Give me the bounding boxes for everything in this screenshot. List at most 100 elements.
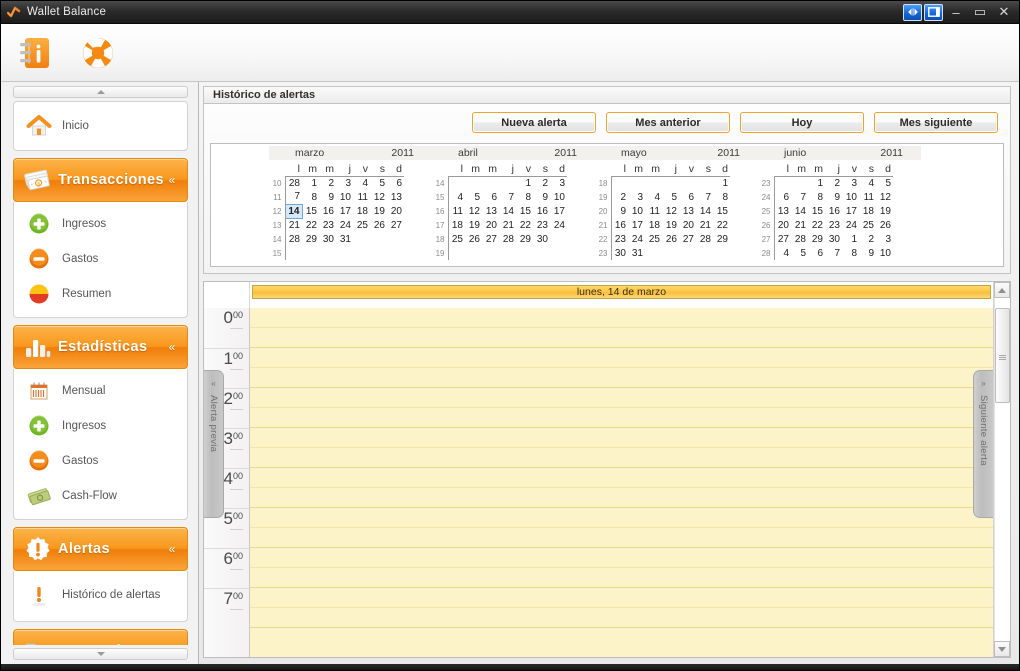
calendar-day[interactable]: 23 <box>825 218 842 232</box>
scroll-down-arrow-icon[interactable] <box>994 641 1010 657</box>
next-alert-tab[interactable]: » Siguiente alerta <box>973 370 993 518</box>
calendar-day[interactable]: 13 <box>679 204 696 218</box>
month-year[interactable]: 2011 <box>391 147 432 159</box>
sidebar-header-alertas[interactable]: Alertas « <box>13 527 188 571</box>
calendar-day[interactable]: 11 <box>859 190 876 204</box>
calendar-day[interactable]: 10 <box>336 190 353 204</box>
dock-panel-icon[interactable] <box>924 3 943 21</box>
calendar-day[interactable]: 19 <box>662 218 679 232</box>
calendar-day[interactable]: 21 <box>499 218 516 232</box>
calendar-day[interactable]: 7 <box>499 190 516 204</box>
calendar-day[interactable]: 22 <box>516 218 533 232</box>
calendar-day[interactable]: 1 <box>713 176 730 190</box>
calendar-day[interactable]: 6 <box>774 190 791 204</box>
calendar-day[interactable]: 8 <box>808 190 825 204</box>
calendar-day[interactable]: 28 <box>285 232 302 246</box>
calendar-day[interactable]: 18 <box>859 204 876 218</box>
calendar-day[interactable]: 28 <box>499 232 516 246</box>
time-slot[interactable] <box>250 308 993 328</box>
calendar-day[interactable]: 4 <box>859 176 876 190</box>
calendar-day[interactable]: 23 <box>533 218 550 232</box>
calendar-day[interactable]: 29 <box>516 232 533 246</box>
calendar-day[interactable]: 17 <box>550 204 567 218</box>
calendar-day[interactable]: 3 <box>628 190 645 204</box>
calendar-day[interactable]: 3 <box>876 232 893 246</box>
calendar-day[interactable]: 2 <box>319 176 336 190</box>
tab-historico-de-alertas[interactable]: Histórico de alertas <box>203 86 1011 103</box>
calendar-day[interactable]: 19 <box>370 204 387 218</box>
sidebar-header-estadisticas[interactable]: Estadísticas « <box>13 325 188 369</box>
calendar-day[interactable]: 27 <box>774 232 791 246</box>
calendar-day[interactable]: 31 <box>336 232 353 246</box>
time-slot[interactable] <box>250 388 993 408</box>
calendar-day[interactable]: 20 <box>482 218 499 232</box>
calendar-day[interactable]: 13 <box>482 204 499 218</box>
calendar-day[interactable]: 26 <box>662 232 679 246</box>
calendar-day[interactable]: 14 <box>791 204 808 218</box>
time-slot[interactable] <box>250 448 993 468</box>
calendar-day[interactable]: 11 <box>448 204 465 218</box>
time-slot[interactable] <box>250 508 993 528</box>
calendar-day[interactable]: 16 <box>319 204 336 218</box>
sidebar-item-mensual[interactable]: Mensual <box>14 373 187 408</box>
calendar-day[interactable]: 21 <box>285 218 302 232</box>
sidebar-item-historico-de-alertas[interactable]: Histórico de alertas <box>14 575 187 615</box>
calendar-day[interactable]: 30 <box>611 246 628 260</box>
calendar-day[interactable]: 29 <box>302 232 319 246</box>
time-slots[interactable] <box>250 308 993 657</box>
calendar-day[interactable]: 3 <box>550 176 567 190</box>
calendar-day[interactable]: 17 <box>336 204 353 218</box>
calendar-day[interactable]: 7 <box>791 190 808 204</box>
calendar-day[interactable]: 27 <box>679 232 696 246</box>
calendar-day[interactable]: 3 <box>336 176 353 190</box>
calendar-day[interactable]: 9 <box>611 204 628 218</box>
calendar-day[interactable]: 4 <box>448 190 465 204</box>
day-view-scrollbar[interactable] <box>993 282 1010 657</box>
calendar-day[interactable]: 9 <box>859 246 876 260</box>
calendar-day[interactable]: 26 <box>465 232 482 246</box>
time-slot[interactable] <box>250 488 993 508</box>
calendar-day-selected[interactable]: 14 <box>284 203 303 219</box>
sidebar-scroll-up-button[interactable] <box>13 86 188 98</box>
month-name[interactable]: abril <box>432 147 554 159</box>
calendar-day[interactable]: 20 <box>774 218 791 232</box>
calendar-day[interactable]: 26 <box>876 218 893 232</box>
calendar-day[interactable]: 12 <box>662 204 679 218</box>
calendar-day[interactable]: 23 <box>611 232 628 246</box>
calendar-day[interactable]: 12 <box>465 204 482 218</box>
sidebar-item-ingresos[interactable]: Ingresos <box>14 206 187 241</box>
calendar-day[interactable]: 2 <box>859 232 876 246</box>
calendar-day[interactable]: 2 <box>825 176 842 190</box>
calendar-day[interactable]: 20 <box>679 218 696 232</box>
calendar-day[interactable]: 6 <box>482 190 499 204</box>
calendar-day[interactable]: 29 <box>713 232 730 246</box>
calendar-day[interactable]: 16 <box>533 204 550 218</box>
calendar-day[interactable]: 5 <box>370 176 387 190</box>
calendar-day[interactable]: 1 <box>808 176 825 190</box>
calendar-day[interactable]: 21 <box>696 218 713 232</box>
time-slot[interactable] <box>250 548 993 568</box>
sidebar-item-ingresos-stats[interactable]: Ingresos <box>14 408 187 443</box>
calendar-day[interactable]: 21 <box>791 218 808 232</box>
sidebar-item-resumen[interactable]: Resumen <box>14 276 187 311</box>
calendar-day[interactable]: 16 <box>825 204 842 218</box>
sidebar-item-cash-flow[interactable]: Cash-Flow <box>14 478 187 513</box>
calendar-day[interactable]: 4 <box>353 176 370 190</box>
calendar-day[interactable]: 10 <box>628 204 645 218</box>
calendar-day[interactable]: 18 <box>353 204 370 218</box>
calendar-day[interactable]: 12 <box>876 190 893 204</box>
time-slot[interactable] <box>250 468 993 488</box>
calendar-day[interactable]: 25 <box>859 218 876 232</box>
calendar-day[interactable]: 17 <box>842 204 859 218</box>
calendar-day[interactable]: 10 <box>842 190 859 204</box>
calendar-day[interactable]: 18 <box>645 218 662 232</box>
calendar-day[interactable]: 30 <box>533 232 550 246</box>
calendar-day[interactable]: 1 <box>842 232 859 246</box>
previous-month-button[interactable]: Mes anterior <box>606 112 730 133</box>
calendar-day[interactable]: 11 <box>645 204 662 218</box>
calendar-day[interactable]: 24 <box>628 232 645 246</box>
sidebar-item-gastos-stats[interactable]: Gastos <box>14 443 187 478</box>
new-alert-button[interactable]: Nueva alerta <box>472 112 596 133</box>
time-slot[interactable] <box>250 608 993 628</box>
calendar-day[interactable]: 13 <box>387 190 404 204</box>
